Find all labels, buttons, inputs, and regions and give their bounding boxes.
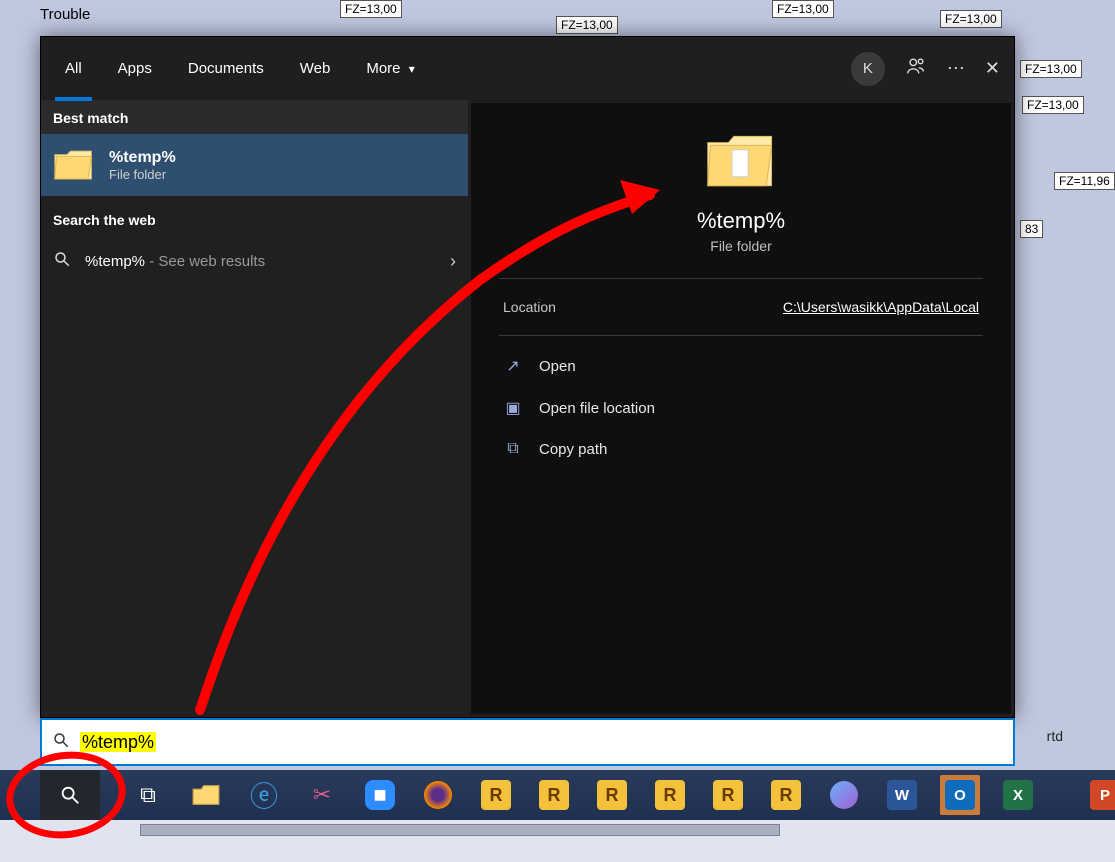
preview-subtitle: File folder: [489, 238, 993, 254]
rewards-icon[interactable]: [905, 55, 927, 82]
chevron-down-icon: ▾: [409, 62, 415, 76]
taskbar-powerpoint[interactable]: P: [1085, 775, 1115, 815]
taskbar-revit-5[interactable]: R: [708, 775, 748, 815]
location-label: Location: [503, 299, 556, 315]
background-text: rtd: [1047, 728, 1063, 744]
search-query-text: %temp%: [80, 732, 156, 753]
best-match-subtitle: File folder: [109, 167, 176, 182]
action-copy-path[interactable]: ⧉ Copy path: [499, 434, 983, 464]
taskbar: ⧉ ⓔ ✂ ■ R R R R R R W O X P: [0, 770, 1115, 820]
preview-title: %temp%: [489, 208, 993, 234]
preview-pane: %temp% File folder Location C:\Users\was…: [468, 100, 1014, 717]
bg-label: FZ=13,00: [340, 0, 402, 18]
chevron-right-icon: ›: [450, 251, 456, 272]
taskbar-search-button[interactable]: [40, 770, 100, 820]
action-copy-path-label: Copy path: [539, 441, 607, 458]
taskbar-revit-2[interactable]: R: [534, 775, 574, 815]
action-open-label: Open: [539, 358, 576, 375]
taskbar-snip[interactable]: ✂: [302, 775, 342, 815]
search-input-bar[interactable]: %temp%: [40, 718, 1015, 766]
close-icon[interactable]: ✕: [985, 58, 1000, 79]
web-result-text: %temp% - See web results: [85, 253, 265, 270]
background-text: Trouble: [40, 6, 90, 23]
tab-more[interactable]: More ▾: [356, 54, 424, 83]
open-location-icon: ▣: [503, 398, 523, 418]
taskbar-outlook[interactable]: O: [940, 775, 980, 815]
taskbar-app-misc[interactable]: [824, 775, 864, 815]
action-open-location[interactable]: ▣ Open file location: [499, 392, 983, 424]
web-suffix: - See web results: [145, 253, 265, 270]
tab-documents[interactable]: Documents: [178, 54, 274, 83]
action-open[interactable]: ↗ Open: [499, 350, 983, 382]
taskbar-firefox[interactable]: [418, 775, 458, 815]
best-match-item[interactable]: %temp% File folder: [41, 134, 468, 196]
taskbar-revit-6[interactable]: R: [766, 775, 806, 815]
search-web-item[interactable]: %temp% - See web results ›: [41, 236, 468, 287]
bg-label: FZ=13,00: [772, 0, 834, 18]
bg-label: 83: [1020, 220, 1043, 238]
taskbar-ie[interactable]: ⓔ: [244, 775, 284, 815]
taskbar-file-explorer[interactable]: [186, 775, 226, 815]
windows-search-panel: All Apps Documents Web More ▾ K ⋯ ✕ Best…: [40, 36, 1015, 718]
copy-icon: ⧉: [503, 440, 523, 458]
bg-label: FZ=13,00: [940, 10, 1002, 28]
bg-label: FZ=13,00: [556, 16, 618, 34]
bg-label: FZ=13,00: [1022, 96, 1084, 114]
taskbar-zoom[interactable]: ■: [360, 775, 400, 815]
bg-label: FZ=11,96: [1054, 172, 1115, 190]
search-tabs-row: All Apps Documents Web More ▾ K ⋯ ✕: [41, 37, 1014, 100]
tab-more-label: More: [366, 60, 400, 77]
taskbar-excel[interactable]: X: [998, 775, 1038, 815]
horizontal-scrollbar[interactable]: [140, 824, 780, 836]
folder-icon: [705, 129, 777, 194]
taskbar-task-view[interactable]: ⧉: [128, 775, 168, 815]
results-column: Best match %temp% File folder Search the…: [41, 100, 468, 717]
user-avatar[interactable]: K: [851, 52, 885, 86]
action-open-location-label: Open file location: [539, 400, 655, 417]
search-web-header: Search the web: [41, 196, 468, 236]
tab-web[interactable]: Web: [290, 54, 341, 83]
best-match-header: Best match: [41, 100, 468, 134]
open-icon: ↗: [503, 356, 523, 376]
taskbar-revit-3[interactable]: R: [592, 775, 632, 815]
tab-apps[interactable]: Apps: [108, 54, 162, 83]
bg-label: FZ=13,00: [1020, 60, 1082, 78]
taskbar-word[interactable]: W: [882, 775, 922, 815]
taskbar-revit-4[interactable]: R: [650, 775, 690, 815]
search-icon: [52, 731, 70, 754]
best-match-title: %temp%: [109, 149, 176, 167]
folder-icon: [53, 146, 95, 184]
web-query: %temp%: [85, 253, 145, 270]
tab-all[interactable]: All: [55, 54, 92, 83]
taskbar-revit-1[interactable]: R: [476, 775, 516, 815]
location-path[interactable]: C:\Users\wasikk\AppData\Local: [783, 299, 979, 315]
options-icon[interactable]: ⋯: [947, 58, 965, 79]
search-icon: [53, 250, 71, 273]
